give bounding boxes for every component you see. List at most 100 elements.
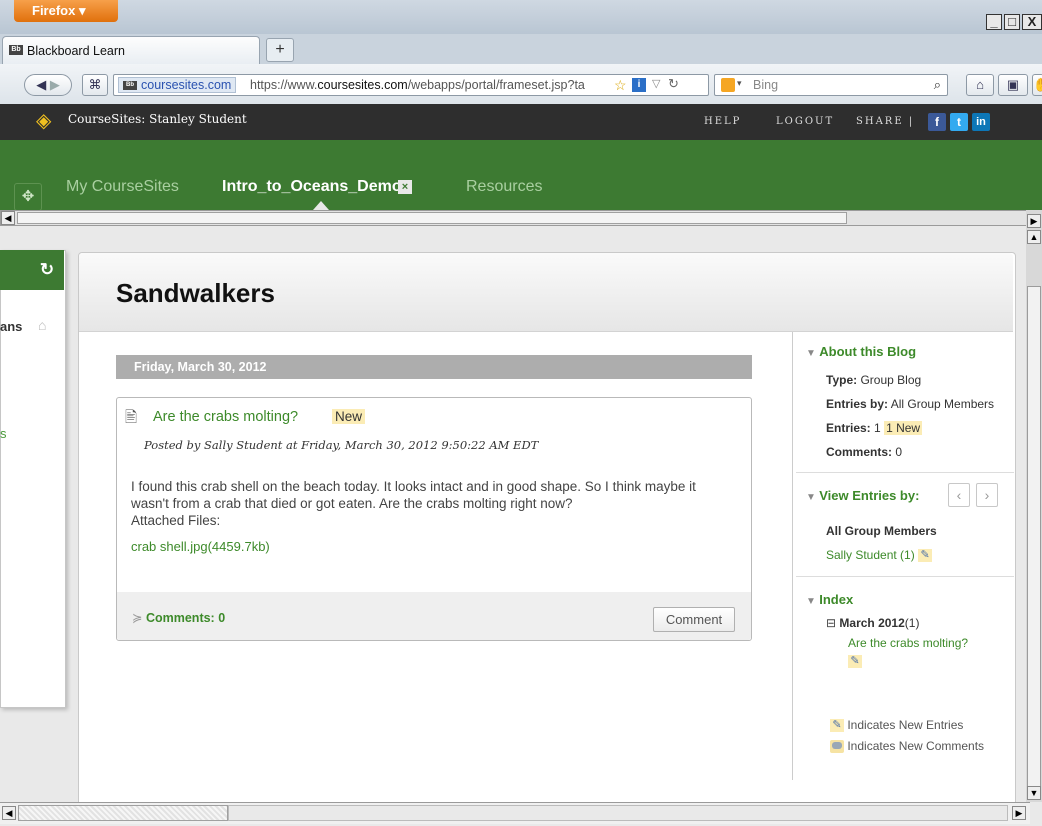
url-bar[interactable]: Bb coursesites.com https://www.coursesite… [113,74,709,96]
search-bar[interactable]: ▾ Bing ⌕ [714,74,948,96]
minimize-button[interactable]: _ [986,14,1002,30]
scroll-right-arrow-icon[interactable]: ▶ [1012,806,1026,820]
close-window-button[interactable]: X [1022,14,1042,30]
index-month[interactable]: ⊟ March 2012(1) [826,616,919,630]
index-section: ▼ Index [806,592,853,607]
member-entry[interactable]: Sally Student (1) ✎ [826,548,933,563]
member-link[interactable]: Sally Student (1) [826,548,915,562]
index-heading[interactable]: Index [819,592,853,607]
tab-resources[interactable]: Resources [466,178,542,196]
tab-current-course[interactable]: Intro_to_Oceans_Demo [222,178,402,196]
firefox-menu-label: Firefox [32,3,76,18]
view-entries-section: ▼ View Entries by: [806,488,919,503]
attached-files-label: Attached Files: [131,513,221,528]
legend-new-comments-label: Indicates New Comments [847,739,985,753]
about-blog-heading[interactable]: About this Blog [819,344,916,359]
search-icon[interactable]: ⌕ [934,77,941,93]
back-forward-buttons[interactable]: ◀ ▶ [24,74,72,96]
entries-by-value: All Group Members [890,397,995,411]
scroll-left-arrow-icon[interactable]: ◀ [1,211,15,225]
info-addon-icon[interactable]: i [632,78,646,92]
blog-entry-body: I found this crab shell on the beach tod… [131,479,696,511]
sidebar-divider [796,472,1014,473]
bookmark-star-icon[interactable]: ☆ [614,77,627,94]
blog-entries-by: Entries by: All Group Members [826,397,994,411]
attachment-link[interactable]: crab shell.jpg(4459.7kb) [131,539,270,554]
scrollbar-thumb[interactable] [18,805,228,821]
new-tab-button[interactable]: + [266,38,294,62]
engine-dropdown-icon[interactable]: ▾ [737,78,742,89]
firefox-menu-button[interactable]: Firefox ▾ [14,0,118,22]
double-chevron-down-icon: ≽ [132,611,143,625]
vertical-scrollbar[interactable]: ▶ ▲ ▼ [1026,210,1042,802]
index-entry-link[interactable]: Are the crabs molting? [848,636,968,650]
all-group-members: All Group Members [826,524,937,538]
new-badge: New [332,409,366,424]
scrollbar-track[interactable] [228,805,1008,821]
blog-entry-title[interactable]: Are the crabs molting? [153,409,298,425]
active-tab-caret [313,201,329,210]
triangle-down-icon[interactable]: ▼ [806,348,816,359]
share-label: SHARE | [856,116,915,127]
entries-by-label: Entries by: [826,397,889,411]
linkedin-icon[interactable]: in [972,113,990,131]
scroll-up-arrow-icon[interactable]: ▶ [1027,214,1041,228]
scrollbar-thumb[interactable] [17,212,847,224]
previous-button[interactable]: ‹ [948,483,970,507]
blackboard-favicon-icon: Bb [9,45,23,55]
back-arrow-icon[interactable]: ◀ [36,77,46,92]
view-entries-heading[interactable]: View Entries by: [819,488,919,503]
reload-icon[interactable]: ↻ [668,76,679,92]
bottom-horizontal-scrollbar[interactable]: ◀ ▶ [0,802,1030,824]
bing-engine-icon[interactable] [721,78,735,92]
site-identity-icon[interactable]: ⌘ [82,74,108,96]
maximize-button[interactable]: □ [1004,14,1020,30]
top-horizontal-scrollbar[interactable]: ◀ [0,210,1030,226]
entries-value: 1 [874,421,881,435]
scroll-left-arrow-icon[interactable]: ◀ [2,806,16,820]
logout-link[interactable]: LOGOUT [776,116,834,127]
move-handle-icon[interactable]: ✥ [14,183,42,211]
sidebar-divider [796,576,1014,577]
entries-new-badge: 1 New [884,421,923,435]
collapse-icon[interactable]: ⊟ [826,616,836,630]
forward-arrow-icon[interactable]: ▶ [50,77,60,92]
coursesites-logo-icon[interactable]: ◈ [36,110,56,132]
tab-my-coursesites[interactable]: My CourseSites [66,178,179,196]
posted-by: Posted by Sally Student at Friday, March… [144,438,539,452]
facebook-icon[interactable]: f [928,113,946,131]
date-heading: Friday, March 30, 2012 [116,355,752,379]
twitter-icon[interactable]: t [950,113,968,131]
legend-new-entries-label: Indicates New Entries [847,718,964,732]
url-text[interactable]: https://www.coursesites.com/webapps/port… [250,78,605,92]
help-link[interactable]: HELP [704,116,741,127]
entries-label: Entries: [826,421,871,435]
triangle-down-icon[interactable]: ▼ [806,492,816,503]
home-icon[interactable]: ⌂ [38,317,46,333]
course-menu-link[interactable]: s [0,426,7,441]
home-icon[interactable]: ⌂ [966,74,994,96]
scroll-down-arrow-icon[interactable]: ▼ [1027,786,1041,800]
comments-count: Comments: 0 [145,611,226,625]
addon-icon[interactable]: ✋ [1032,74,1042,96]
url-path: /webapps/portal/frameset.jsp?ta [407,78,585,92]
bookmarks-menu-icon[interactable]: ▣ [998,74,1028,96]
scroll-up-arrow-icon[interactable]: ▲ [1027,230,1041,244]
refresh-icon[interactable]: ↻ [32,254,62,286]
triangle-down-icon[interactable]: ▼ [806,596,816,607]
comment-button[interactable]: Comment [653,607,735,632]
new-entries-icon: ✎ [830,719,844,733]
comments-label: Comments: [826,445,893,459]
blackboard-favicon-icon: Bb [123,81,137,90]
about-blog-section: ▼ About this Blog [806,344,916,359]
url-prefix: https://www. [250,78,318,92]
comments-toggle[interactable]: ≽ Comments: 0 [132,610,225,625]
vertical-scrollbar-thumb[interactable] [1027,286,1041,796]
course-menu-title[interactable]: ans [0,319,22,334]
dropdown-arrow-icon[interactable]: ▽ [652,77,660,90]
site-identity-badge[interactable]: Bb coursesites.com [118,77,237,93]
browser-tab[interactable]: Bb Blackboard Learn [2,36,260,64]
close-course-tab-icon[interactable]: × [398,180,412,194]
new-comments-icon [830,740,844,754]
next-button[interactable]: › [976,483,998,507]
